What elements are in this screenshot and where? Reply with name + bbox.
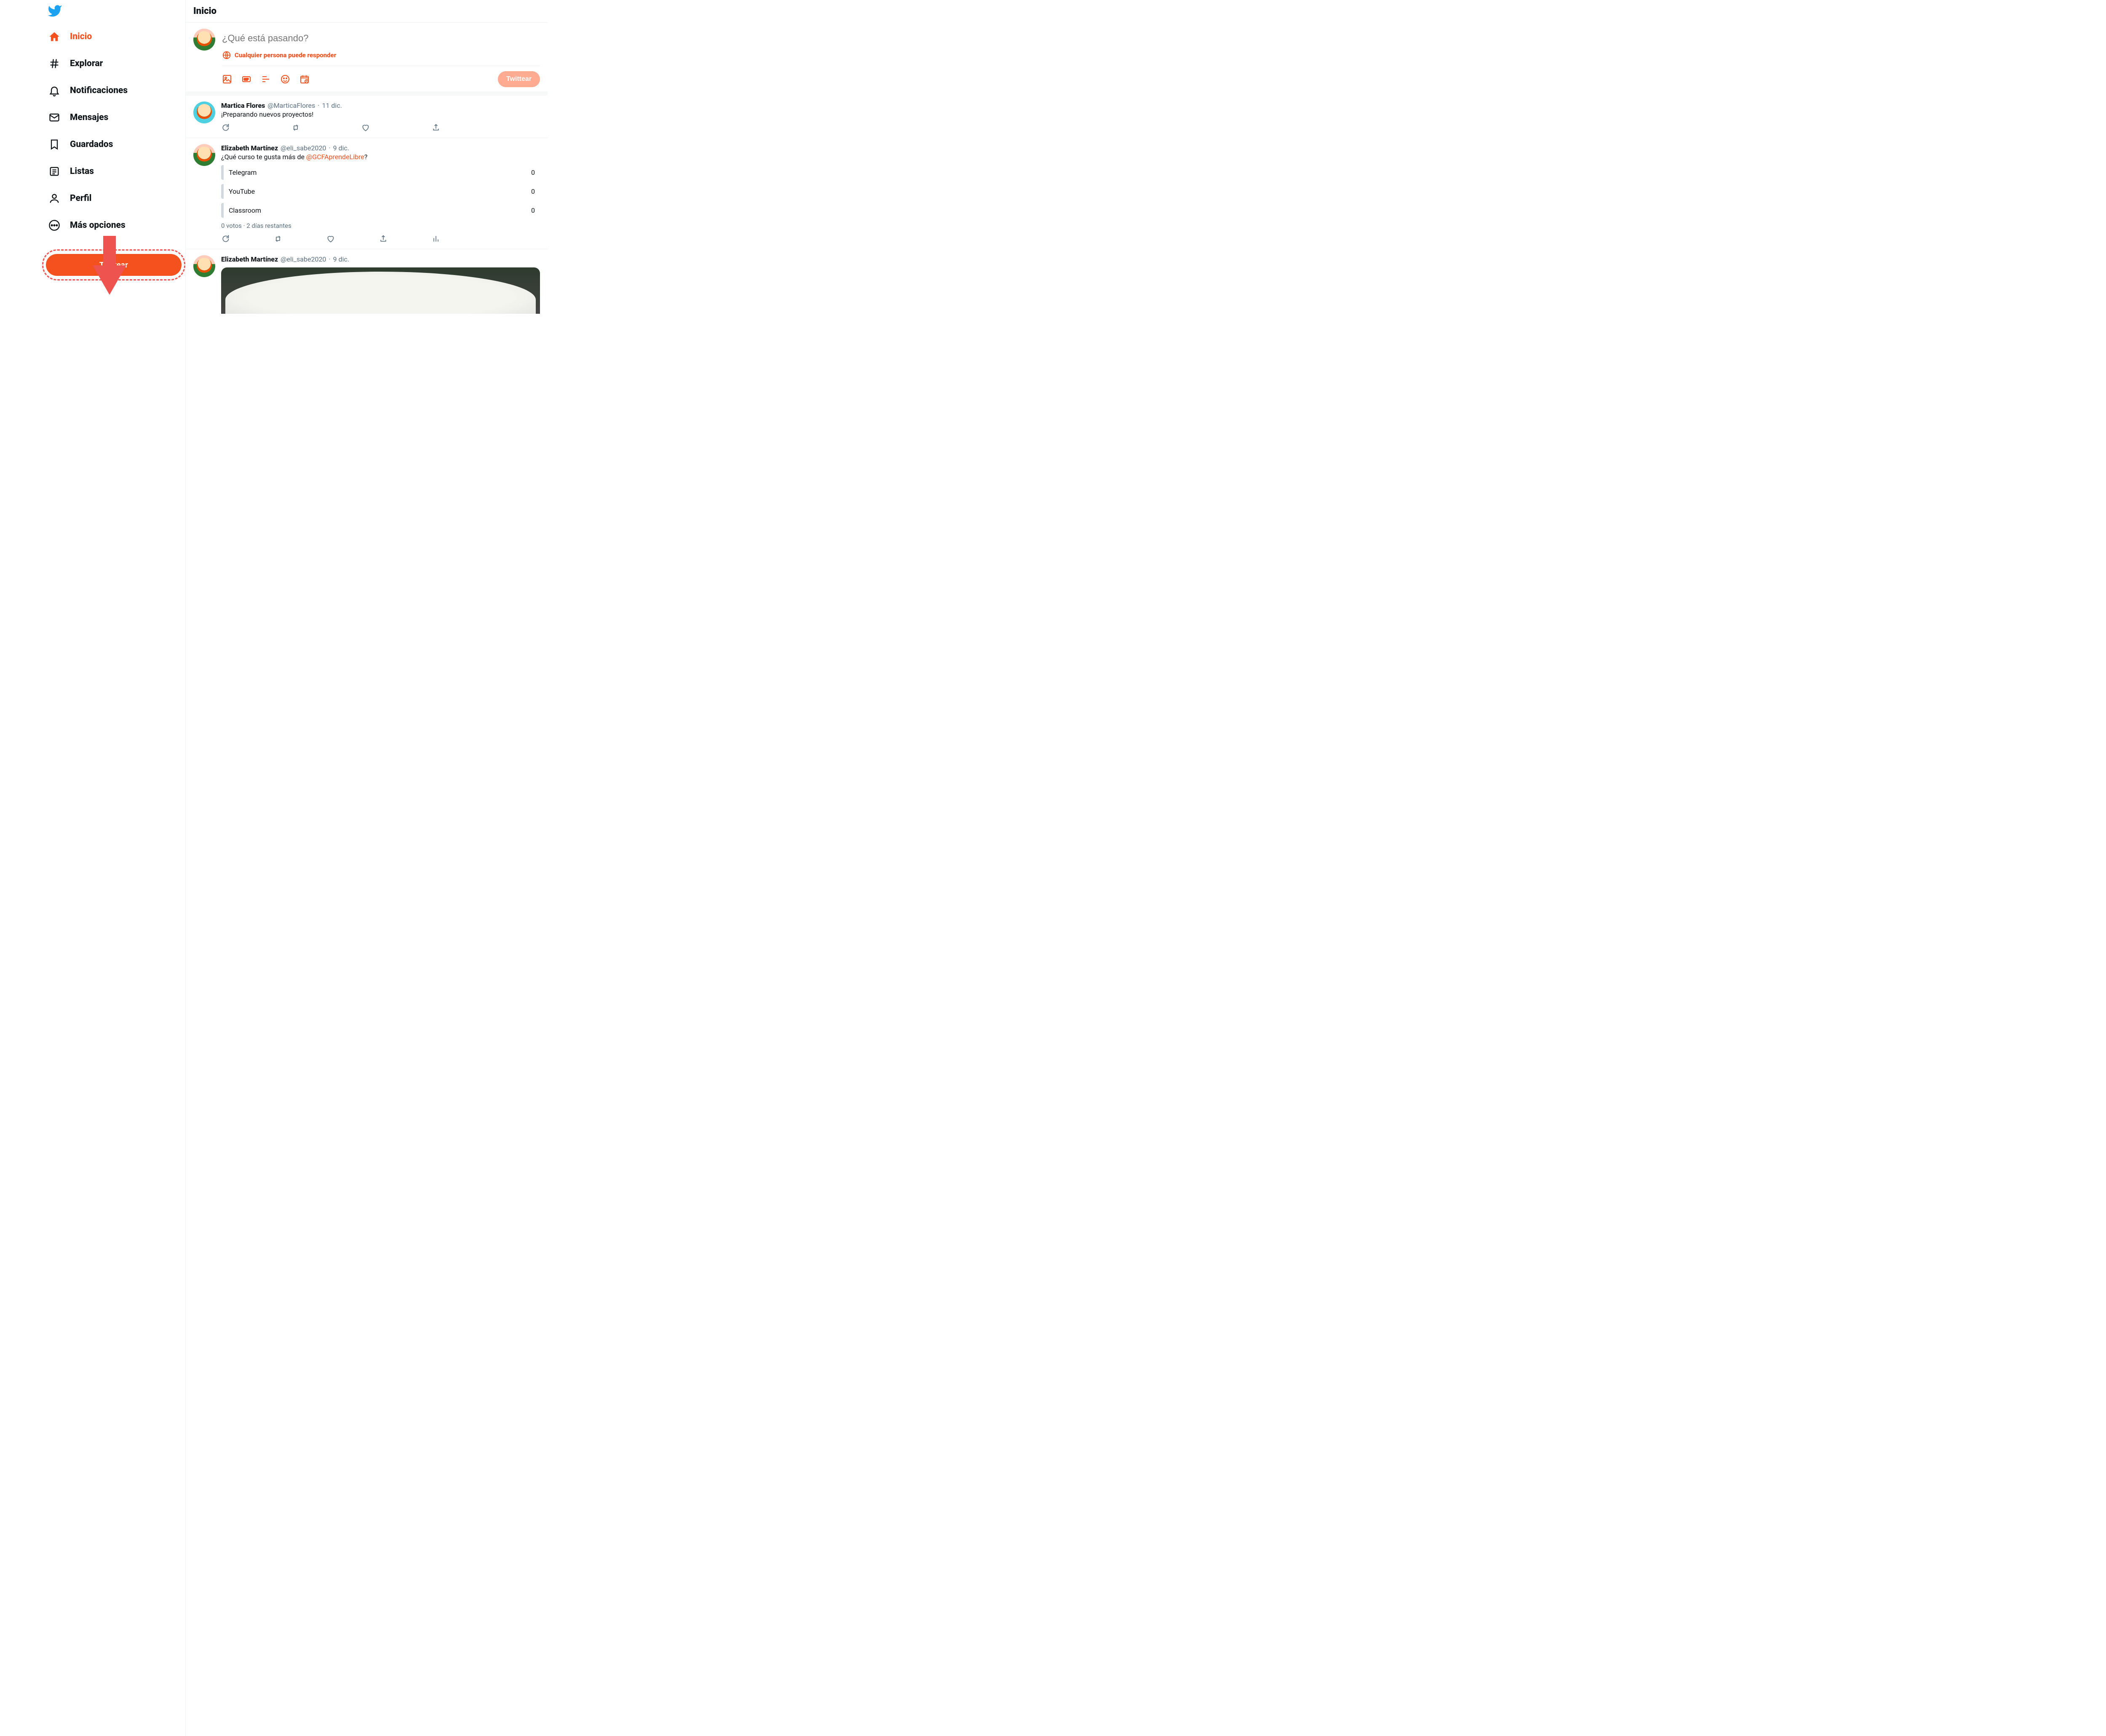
poll-icon[interactable] (261, 74, 271, 84)
share-icon[interactable] (432, 123, 440, 132)
poll: Telegram0 YouTube0 Classroom0 0 votos · … (221, 165, 540, 230)
sidebar-item-label: Perfil (70, 193, 91, 203)
tweet-author-handle[interactable]: @eli_sabe2020 (281, 144, 326, 152)
sidebar-item-explore[interactable]: Explorar (42, 51, 177, 76)
tweet-date: 9 dic. (333, 144, 349, 152)
retweet-icon[interactable] (274, 235, 282, 243)
tweet-date: 9 dic. (333, 255, 349, 263)
poll-option[interactable]: Classroom0 (221, 203, 540, 218)
more-icon (48, 219, 61, 232)
sidebar-item-bookmarks[interactable]: Guardados (42, 132, 177, 157)
reply-icon[interactable] (221, 123, 230, 132)
sidebar-item-profile[interactable]: Perfil (42, 186, 177, 211)
mention-link[interactable]: @GCFAprendeLibre (306, 153, 364, 161)
poll-option[interactable]: Telegram0 (221, 165, 540, 180)
tweet-button-highlight: Twittear (42, 249, 185, 280)
bell-icon (48, 84, 61, 97)
tweet-author-handle[interactable]: @eli_sabe2020 (281, 255, 326, 263)
twitter-logo-icon[interactable] (47, 3, 62, 19)
gif-icon[interactable]: GIF (241, 74, 251, 84)
sidebar-item-home[interactable]: Inicio (42, 24, 177, 49)
tweet-author-name[interactable]: Elizabeth Martínez (221, 144, 278, 152)
page-title: Inicio (186, 0, 548, 23)
sidebar-item-label: Notificaciones (70, 85, 128, 96)
poll-option[interactable]: YouTube0 (221, 184, 540, 199)
tweet-media[interactable] (221, 267, 540, 314)
emoji-icon[interactable] (280, 74, 290, 84)
tweet-avatar[interactable] (193, 255, 215, 277)
compose-input[interactable] (222, 29, 540, 51)
compose-submit-button[interactable]: Twittear (498, 71, 540, 87)
retweet-icon[interactable] (291, 123, 300, 132)
reply-setting-label: Cualquier persona puede responder (235, 51, 336, 59)
reply-setting-button[interactable]: Cualquier persona puede responder (222, 51, 540, 66)
main-timeline: Inicio Cualquier persona puede responder… (185, 0, 548, 1736)
tweet-author-name[interactable]: Elizabeth Martínez (221, 255, 278, 263)
hash-icon (48, 57, 61, 70)
sidebar-item-label: Más opciones (70, 220, 126, 230)
reply-icon[interactable] (221, 235, 230, 243)
tweet-text: ¡Preparando nuevos proyectos! (221, 110, 540, 118)
compose-avatar[interactable] (193, 29, 215, 51)
svg-text:GIF: GIF (244, 78, 249, 81)
tweet-author-handle[interactable]: @MarticaFlores (267, 101, 315, 110)
tweet-date: 11 dic. (322, 101, 342, 110)
sidebar-item-messages[interactable]: Mensajes (42, 105, 177, 130)
sidebar-item-label: Inicio (70, 32, 92, 42)
sidebar-item-label: Guardados (70, 139, 113, 150)
tweet-avatar[interactable] (193, 101, 215, 123)
sidebar-item-label: Mensajes (70, 112, 108, 123)
envelope-icon (48, 111, 61, 124)
tweet-text: ¿Qué curso te gusta más de @GCFAprendeLi… (221, 153, 540, 161)
globe-icon (222, 51, 231, 60)
like-icon[interactable] (326, 235, 335, 243)
sidebar-item-notifications[interactable]: Notificaciones (42, 78, 177, 103)
tweet[interactable]: Martica Flores @MarticaFlores · 11 dic. … (186, 96, 548, 138)
share-icon[interactable] (379, 235, 388, 243)
analytics-icon[interactable] (432, 235, 440, 243)
poll-meta: 0 votos · 2 días restantes (221, 222, 540, 230)
list-icon (48, 165, 61, 178)
schedule-icon[interactable] (299, 74, 310, 84)
sidebar-item-lists[interactable]: Listas (42, 159, 177, 184)
like-icon[interactable] (361, 123, 370, 132)
bookmark-icon (48, 138, 61, 151)
tweet-avatar[interactable] (193, 144, 215, 166)
image-icon[interactable] (222, 74, 232, 84)
profile-icon (48, 192, 61, 205)
compose-box: Cualquier persona puede responder GIF Tw… (186, 23, 548, 96)
sidebar-item-more[interactable]: Más opciones (42, 213, 177, 238)
tweet[interactable]: Elizabeth Martínez @eli_sabe2020 · 9 dic… (186, 249, 548, 320)
tweet[interactable]: Elizabeth Martínez @eli_sabe2020 · 9 dic… (186, 138, 548, 249)
tweet-button[interactable]: Twittear (46, 254, 182, 276)
sidebar: Inicio Explorar Notificaciones Mensajes … (0, 0, 185, 1736)
home-icon (48, 30, 61, 43)
tweet-author-name[interactable]: Martica Flores (221, 101, 265, 110)
sidebar-item-label: Explorar (70, 59, 103, 69)
sidebar-item-label: Listas (70, 166, 94, 176)
